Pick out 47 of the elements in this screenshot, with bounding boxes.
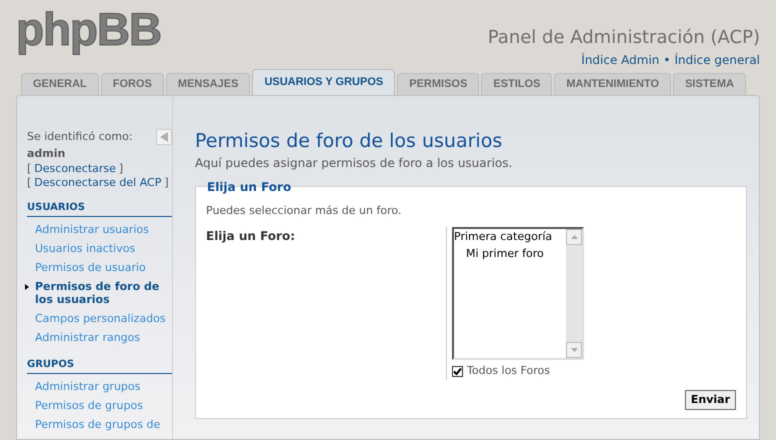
- logout-link[interactable]: Desconectarse: [34, 162, 116, 176]
- page-description: Aquí puedes asignar permisos de foro a los usuarios.: [195, 154, 514, 172]
- checkbox[interactable]: [452, 366, 463, 377]
- pointer-icon: [25, 284, 29, 290]
- panel-title: Panel de Administración (ACP): [488, 26, 760, 50]
- tab[interactable]: MENSAJES: [166, 73, 250, 95]
- menu-item[interactable]: Permisos de usuario: [27, 258, 172, 277]
- menu-item[interactable]: Permisos de grupos de: [27, 415, 172, 434]
- checkbox-label: Todos los Foros: [467, 363, 550, 380]
- submit-button[interactable]: Enviar: [684, 390, 736, 410]
- field-label: Elija un Foro:: [206, 228, 296, 246]
- logged-in-label: Se identificó como:: [27, 129, 133, 145]
- menu-item[interactable]: Usuarios inactivos: [27, 239, 172, 258]
- tab[interactable]: SISTEMA: [673, 73, 746, 95]
- section-heading: USUARIOS: [27, 200, 172, 217]
- list-option[interactable]: Mi primer foro: [454, 246, 566, 262]
- logo: phpBB: [16, 6, 161, 52]
- separator: •: [663, 52, 670, 69]
- tab[interactable]: MANTENIMIENTO: [554, 73, 672, 95]
- bracket: [: [27, 176, 32, 190]
- header-link[interactable]: Índice general: [674, 51, 760, 69]
- tab[interactable]: USUARIOS Y GRUPOS: [252, 69, 396, 95]
- scroll-up-icon[interactable]: [566, 229, 582, 246]
- menu-item[interactable]: Administrar grupos: [27, 377, 172, 396]
- tab[interactable]: PERMISOS: [397, 73, 480, 95]
- fieldset-legend: Elija un Foro: [206, 178, 292, 196]
- menu-item[interactable]: Permisos de foro de los usuarios: [27, 277, 172, 309]
- list-option[interactable]: Primera categoría: [454, 229, 566, 246]
- menu-item[interactable]: Administrar rangos: [27, 328, 172, 347]
- menu-item[interactable]: Permisos de grupos: [27, 396, 172, 415]
- tab[interactable]: GENERAL: [21, 73, 99, 95]
- header-link[interactable]: Índice Admin: [581, 51, 660, 69]
- tab[interactable]: ESTILOS: [481, 73, 552, 95]
- section-heading: GRUPOS: [27, 357, 172, 374]
- menu-item[interactable]: Campos personalizados: [27, 309, 172, 328]
- scroll-down-icon[interactable]: [566, 342, 582, 358]
- bracket: [: [27, 162, 32, 176]
- username: admin: [27, 146, 66, 162]
- logout-link[interactable]: Desconectarse del ACP: [34, 176, 162, 190]
- scrollbar[interactable]: [566, 229, 582, 358]
- tab[interactable]: FOROS: [100, 73, 164, 95]
- fieldset-hint: Puedes seleccionar más de un foro.: [206, 202, 402, 219]
- bracket: ]: [164, 176, 169, 190]
- page-title: Permisos de foro de los usuarios: [195, 130, 504, 154]
- menu-item[interactable]: Administrar usuarios: [27, 220, 172, 239]
- bracket: ]: [118, 162, 124, 176]
- forum-listbox[interactable]: Primera categoría Mi primer foro: [452, 227, 584, 360]
